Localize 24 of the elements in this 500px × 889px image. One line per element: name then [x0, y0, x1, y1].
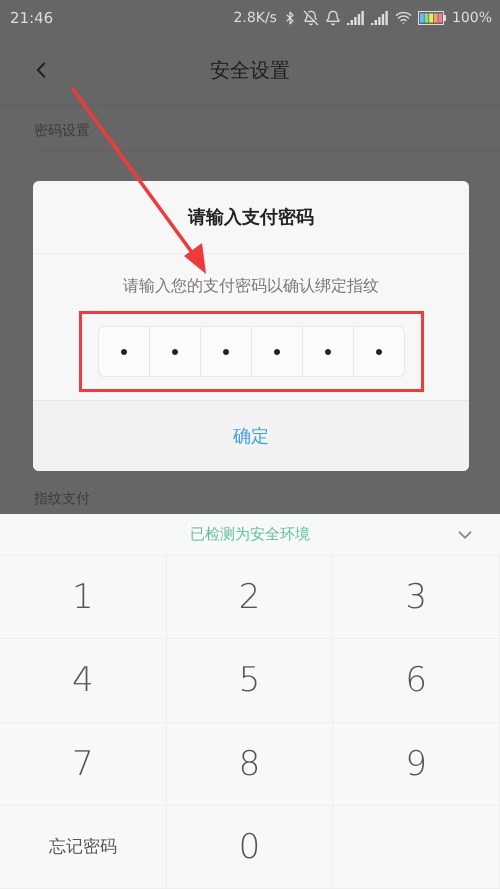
- battery-level: 100%: [452, 10, 492, 26]
- pin-input-field[interactable]: [98, 326, 404, 377]
- bell-icon: [324, 10, 341, 26]
- number-key[interactable]: 9: [333, 722, 500, 806]
- number-key[interactable]: 8: [166, 722, 334, 806]
- number-key[interactable]: 3: [333, 556, 500, 640]
- signal-icon: [346, 10, 365, 24]
- number-key[interactable]: 1: [0, 556, 167, 640]
- security-notice: 已检测为安全环境: [190, 525, 310, 544]
- page-title: 安全设置: [210, 56, 290, 84]
- wifi-icon: [394, 9, 412, 26]
- forgot-password-key[interactable]: 忘记密码: [0, 806, 167, 889]
- clock-time: 21:46: [10, 8, 54, 26]
- number-key[interactable]: 5: [166, 639, 334, 722]
- bell-off-icon: [302, 10, 319, 26]
- number-key[interactable]: 0: [166, 806, 334, 889]
- number-key[interactable]: 6: [333, 639, 500, 722]
- number-key[interactable]: 7: [0, 722, 167, 806]
- battery-icon: [418, 10, 446, 24]
- number-key[interactable]: 4: [0, 639, 167, 722]
- signal-icon: [370, 10, 389, 24]
- number-key[interactable]: 2: [166, 556, 334, 640]
- network-speed: 2.8K/s: [234, 10, 277, 26]
- dialog-message: 请输入您的支付密码以确认绑定指纹: [122, 276, 380, 297]
